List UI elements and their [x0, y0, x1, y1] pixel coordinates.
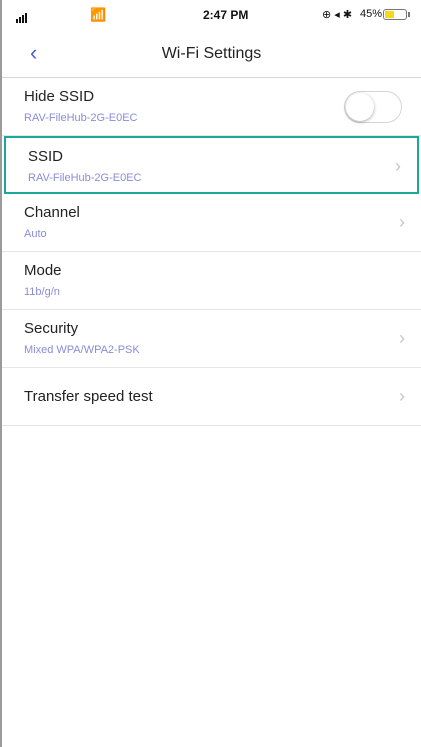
- battery-nub: [408, 12, 410, 17]
- status-bar: 📶 2:47 PM ⊕ ◂ ✱ 45%: [2, 0, 421, 30]
- cellular-signal-icon: [16, 9, 28, 23]
- phone-screen: 📶 2:47 PM ⊕ ◂ ✱ 45% ‹ Wi-Fi Settings Hid…: [0, 0, 421, 747]
- setting-label: Hide SSID: [24, 88, 95, 105]
- chevron-right-icon: ›: [399, 212, 405, 232]
- setting-row-hide-ssid: Hide SSID RAV-FileHub-2G-E0EC: [2, 78, 421, 136]
- location-alarm-bluetooth-icons: ⊕ ◂ ✱: [322, 9, 353, 21]
- setting-label: Transfer speed test: [24, 388, 153, 405]
- setting-row-channel[interactable]: Channel Auto ›: [2, 194, 421, 252]
- navigation-bar: ‹ Wi-Fi Settings: [2, 30, 421, 78]
- setting-label: Mode: [24, 262, 62, 279]
- chevron-right-icon: ›: [399, 328, 405, 348]
- setting-row-security[interactable]: Security Mixed WPA/WPA2-PSK ›: [2, 310, 421, 368]
- chevron-right-icon: ›: [399, 386, 405, 406]
- battery-percent: 45%: [360, 8, 383, 20]
- page-title: Wi-Fi Settings: [161, 45, 262, 62]
- setting-label: SSID: [28, 148, 64, 165]
- setting-row-mode: Mode 11b/g/n: [2, 252, 421, 310]
- setting-value: 11b/g/n: [24, 286, 60, 298]
- setting-label: Channel: [24, 204, 80, 221]
- setting-value: Auto: [24, 228, 47, 240]
- settings-list: Hide SSID RAV-FileHub-2G-E0EC SSID RAV-F…: [2, 78, 421, 426]
- setting-value: RAV-FileHub-2G-E0EC: [28, 172, 142, 184]
- setting-value: Mixed WPA/WPA2-PSK: [24, 344, 140, 356]
- setting-row-ssid[interactable]: SSID RAV-FileHub-2G-E0EC ›: [4, 136, 419, 194]
- wifi-icon: 📶: [90, 7, 107, 22]
- hide-ssid-toggle[interactable]: [344, 91, 402, 123]
- toggle-knob: [346, 93, 374, 121]
- setting-row-transfer-speed-test[interactable]: Transfer speed test ›: [2, 368, 421, 426]
- battery-icon: [383, 9, 407, 20]
- chevron-right-icon: ›: [395, 156, 401, 176]
- status-time: 2:47 PM: [203, 8, 249, 22]
- setting-label: Security: [24, 320, 79, 337]
- setting-value: RAV-FileHub-2G-E0EC: [24, 112, 138, 124]
